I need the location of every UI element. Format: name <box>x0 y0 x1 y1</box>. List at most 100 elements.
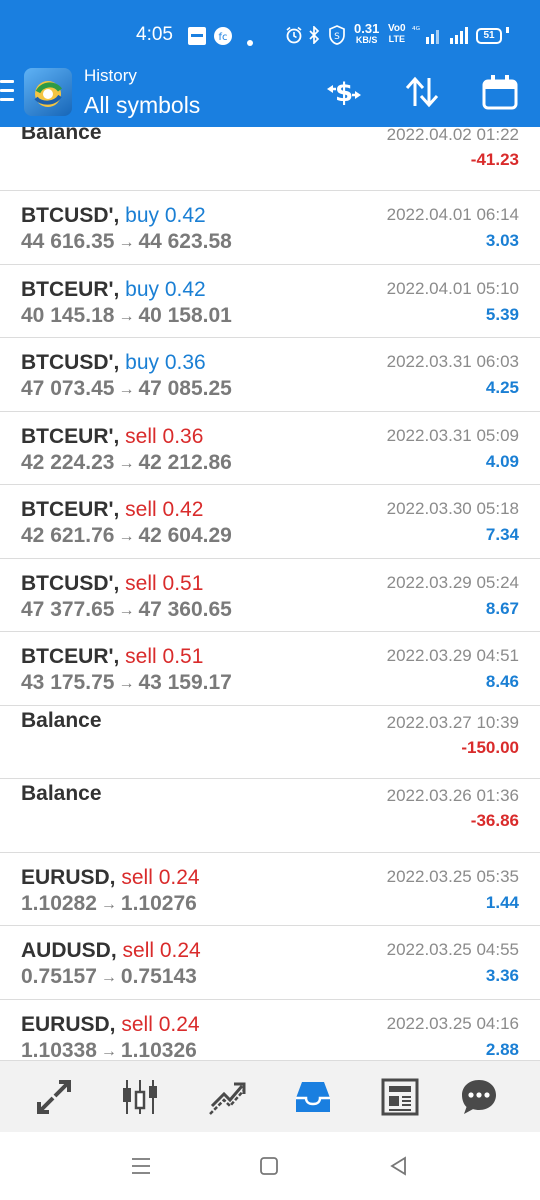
signal-icon: ⁴ᴳ <box>412 24 470 51</box>
period-button[interactable] <box>478 72 522 112</box>
deal-time: 2022.03.31 05:09 <box>386 425 519 445</box>
price-line: 42 224.23 → 42 212.86 <box>21 451 232 475</box>
open-price: 47 073.45 <box>21 377 115 400</box>
deal-row[interactable]: BTCEUR', sell 0.42 42 621.76 → 42 604.29 202… <box>0 485 540 559</box>
open-price: 42 621.76 <box>21 524 115 547</box>
deal-side-volume: sell 0.42 <box>125 498 204 521</box>
price-line: 42 621.76 → 42 604.29 <box>21 524 232 548</box>
deposit-withdraw-button[interactable]: $ <box>322 72 366 112</box>
profit-value: 4.25 <box>485 378 519 397</box>
arrow-right-icon: → <box>100 895 117 913</box>
arrow-right-icon: → <box>118 307 135 325</box>
deal-side-volume: sell 0.36 <box>125 424 204 448</box>
deal-row[interactable]: BTCUSD', sell 0.51 47 377.65 → 47 360.65 202… <box>0 559 540 632</box>
history-list[interactable]: Balance 2022.04.02 01:22 -41.23 BTCUSD', bu… <box>0 127 540 1060</box>
status-time: 4:05 <box>136 24 173 45</box>
bottom-navigation <box>0 1060 540 1132</box>
symbol-line: Balance <box>21 127 102 145</box>
close-price: 1.10326 <box>120 1038 197 1061</box>
close-price: 1.10276 <box>120 891 197 915</box>
nav-trade[interactable] <box>205 1075 249 1119</box>
volte-top: Vo0 <box>388 23 406 34</box>
profit-value: 8.46 <box>485 672 519 691</box>
deal-time: 2022.04.01 05:10 <box>386 278 519 298</box>
price-line: 40 145.18 → 40 158.01 <box>21 304 232 328</box>
balance-row[interactable]: Balance 2022.03.26 01:36 -36.86 <box>0 779 540 853</box>
open-price: 42 224.23 <box>21 450 115 474</box>
deal-time: 2022.04.01 06:14 <box>386 205 519 224</box>
screen-title: History <box>84 66 137 85</box>
nav-history[interactable] <box>291 1075 335 1119</box>
close-price: 44 623.58 <box>138 230 232 253</box>
balance-row[interactable]: Balance 2022.04.02 01:22 -41.23 <box>0 127 540 191</box>
home-button[interactable] <box>254 1154 284 1178</box>
svg-text:⁴ᴳ: ⁴ᴳ <box>412 26 420 36</box>
symbol-line: BTCUSD', sell 0.51 <box>21 572 203 596</box>
deal-time: 2022.04.02 01:22 <box>386 127 519 144</box>
close-price: 47 085.25 <box>138 377 232 400</box>
arrow-right-icon: → <box>118 528 135 545</box>
deal-row[interactable]: AUDUSD, sell 0.24 0.75157 → 0.75143 2022.03.… <box>0 926 540 1000</box>
sort-button[interactable] <box>400 72 444 112</box>
nav-quotes[interactable] <box>32 1075 76 1119</box>
deal-time: 2022.03.25 04:55 <box>386 940 519 959</box>
symbol-name: BTCEUR', <box>21 277 120 301</box>
home-icon <box>260 1157 278 1175</box>
deal-side-volume: sell 0.24 <box>121 865 200 889</box>
deal-time: 2022.03.26 01:36 <box>386 786 519 805</box>
profit-value: -150.00 <box>461 737 519 757</box>
close-price: 40 158.01 <box>138 303 232 327</box>
nav-messages[interactable] <box>457 1075 501 1119</box>
deal-row[interactable]: BTCUSD', buy 0.42 44 616.35 → 44 623.58 2022… <box>0 191 540 265</box>
symbol-name: Balance <box>21 708 102 732</box>
deal-side-volume: sell 0.24 <box>121 1012 200 1036</box>
deal-row[interactable]: BTCUSD', buy 0.36 47 073.45 → 47 085.25 2022… <box>0 338 540 412</box>
open-price: 40 145.18 <box>21 303 115 327</box>
open-price: 1.10338 <box>21 1038 97 1061</box>
app-header: 4:05 fc S 0.31 KB/S Vo0 LTE ⁴ᴳ 51 Histor… <box>0 0 540 127</box>
close-price: 42 604.29 <box>138 524 232 547</box>
deal-side-volume: sell 0.51 <box>125 571 204 595</box>
nav-chart[interactable] <box>118 1075 162 1119</box>
symbol-line: EURUSD, sell 0.24 <box>21 1013 200 1037</box>
profit-value: 3.36 <box>485 966 519 985</box>
symbol-line: BTCEUR', sell 0.36 <box>21 425 203 449</box>
profit-value: 1.44 <box>485 892 519 912</box>
vpn-icon: S <box>328 25 346 50</box>
symbol-name: EURUSD, <box>21 1012 116 1036</box>
deal-row[interactable]: BTCEUR', buy 0.42 40 145.18 → 40 158.01 2022… <box>0 265 540 338</box>
deal-side-volume: buy 0.42 <box>125 277 206 301</box>
app-bar: History All symbols $ <box>0 60 540 127</box>
symbol-line: BTCEUR', sell 0.51 <box>21 645 203 669</box>
symbol-filter[interactable]: All symbols <box>84 92 200 119</box>
arrow-right-icon: → <box>118 234 135 251</box>
balance-row[interactable]: Balance 2022.03.27 10:39 -150.00 <box>0 706 540 779</box>
bluetooth-icon <box>308 24 320 49</box>
back-button[interactable] <box>384 1154 414 1178</box>
deal-time: 2022.03.25 05:35 <box>386 866 519 886</box>
symbol-name: BTCEUR', <box>21 645 120 668</box>
deal-side-volume: buy 0.36 <box>125 351 206 374</box>
system-navigation-bar <box>0 1132 540 1200</box>
profit-value: -36.86 <box>470 811 519 830</box>
battery-icon: 51 <box>476 25 510 44</box>
symbol-line: BTCEUR', buy 0.42 <box>21 278 206 302</box>
symbol-name: EURUSD, <box>21 865 116 889</box>
close-price: 47 360.65 <box>138 597 232 621</box>
price-line: 0.75157 → 0.75143 <box>21 965 197 989</box>
symbol-line: BTCUSD', buy 0.42 <box>21 204 206 228</box>
symbol-line: AUDUSD, sell 0.24 <box>21 939 201 963</box>
symbol-name: BTCUSD', <box>21 351 120 374</box>
profit-value: 4.09 <box>485 451 519 471</box>
recent-apps-button[interactable] <box>126 1154 156 1178</box>
nav-news[interactable] <box>378 1075 422 1119</box>
close-price: 43 159.17 <box>138 671 232 694</box>
deal-row[interactable]: EURUSD, sell 0.24 1.10338 → 1.10326 2022.03.… <box>0 1000 540 1061</box>
symbol-name: BTCEUR', <box>21 498 120 521</box>
deal-row[interactable]: BTCEUR', sell 0.36 42 224.23 → 42 212.86 202… <box>0 412 540 485</box>
symbol-name: AUDUSD, <box>21 939 117 962</box>
deal-row[interactable]: EURUSD, sell 0.24 1.10282 → 1.10276 2022.03.… <box>0 853 540 926</box>
deal-row[interactable]: BTCEUR', sell 0.51 43 175.75 → 43 159.17 202… <box>0 632 540 706</box>
arrow-right-icon: → <box>100 969 117 986</box>
menu-icon[interactable] <box>0 80 14 106</box>
